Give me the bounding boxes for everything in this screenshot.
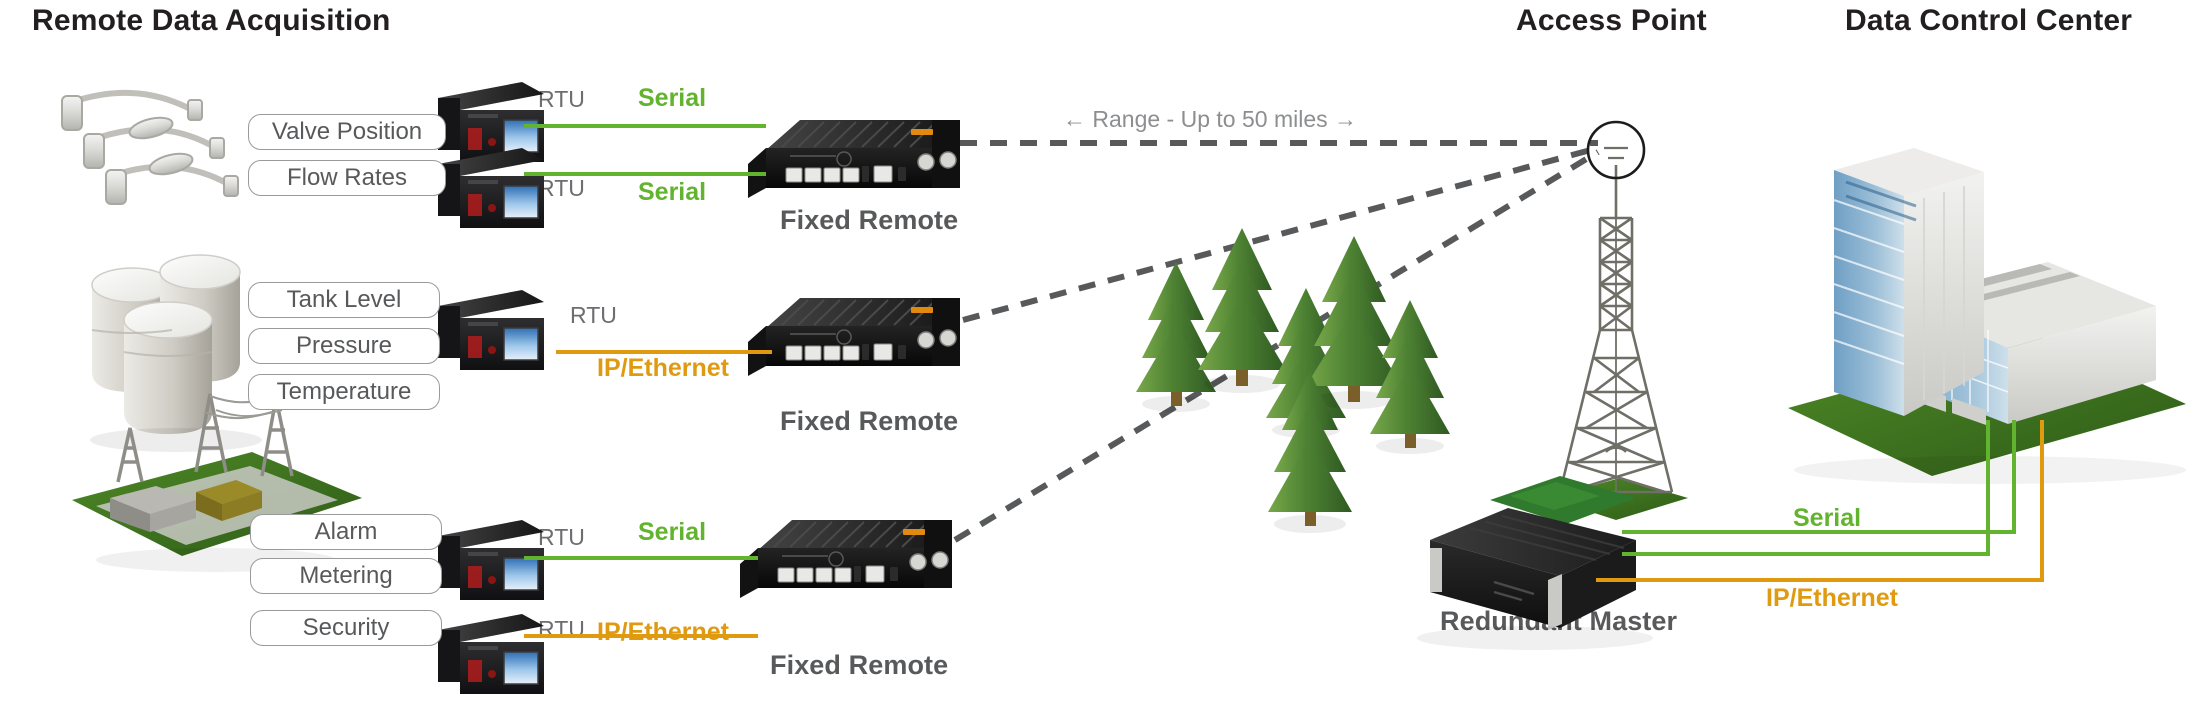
link-label-serial-alarm: Serial <box>638 518 707 546</box>
wire-serial-flow-rates <box>524 172 766 176</box>
heading-access-point: Access Point <box>1516 4 1707 37</box>
link-label-serial-flow-rates: Serial <box>638 178 707 206</box>
sensor-pill-temperature[interactable]: Temperature <box>248 374 440 410</box>
link-label-backhaul-ethernet: IP/Ethernet <box>1766 584 1898 612</box>
wire-ethernet-security <box>524 634 758 638</box>
wire-backhaul-serial-2-vertical <box>1986 420 1990 556</box>
wire-backhaul-ethernet-horizontal <box>1596 578 2044 582</box>
link-label-ethernet-security: IP/Ethernet <box>597 618 729 646</box>
wire-backhaul-serial-2-horizontal <box>1622 552 1990 556</box>
link-label-ethernet-tank-group: IP/Ethernet <box>597 354 729 382</box>
wire-ethernet-tank-group <box>556 350 772 354</box>
radio-tower-icon <box>1548 120 1688 520</box>
sensor-pill-tank-level[interactable]: Tank Level <box>248 282 440 318</box>
heading-data-control-center: Data Control Center <box>1845 4 2133 37</box>
pressure-sensor-icon <box>61 89 239 205</box>
antenna-circle-icon <box>1586 120 1646 180</box>
rtu-tag-valve-position: RTU <box>538 86 585 112</box>
sensor-pill-metering[interactable]: Metering <box>250 558 442 594</box>
caption-fixed-remote-1: Fixed Remote <box>780 205 959 235</box>
fixed-remote-radios <box>740 120 960 598</box>
sensor-pill-security[interactable]: Security <box>250 610 442 646</box>
caption-fixed-remote-2: Fixed Remote <box>780 406 959 436</box>
caption-redundant-master: Redundant Master <box>1440 606 1678 636</box>
sensor-pill-flow-rates[interactable]: Flow Rates <box>248 160 446 196</box>
rtu-tag-tank-group: RTU <box>570 302 617 328</box>
pine-trees-icon <box>1136 228 1450 533</box>
rtu-tag-flow-rates: RTU <box>538 175 585 201</box>
range-annotation: ← Range - Up to 50 miles → <box>1063 106 1358 132</box>
rf-link-lines <box>953 140 1600 543</box>
link-label-backhaul-serial: Serial <box>1793 504 1862 532</box>
wire-backhaul-ethernet-vertical <box>2040 420 2044 582</box>
wire-serial-valve-position <box>524 124 766 128</box>
wire-backhaul-serial-1-vertical <box>2012 420 2016 534</box>
rtu-tag-security: RTU <box>538 616 585 642</box>
heading-remote-data-acquisition: Remote Data Acquisition <box>32 4 391 37</box>
sensor-pill-pressure[interactable]: Pressure <box>248 328 440 364</box>
sensor-pill-alarm[interactable]: Alarm <box>250 514 442 550</box>
wire-serial-alarm <box>524 556 758 560</box>
network-diagram-canvas: Remote Data Acquisition Access Point Dat… <box>0 0 2205 720</box>
caption-fixed-remote-3: Fixed Remote <box>770 650 949 680</box>
rtu-tag-alarm: RTU <box>538 524 585 550</box>
storage-tanks-icon <box>90 254 262 452</box>
sensor-pill-valve-position[interactable]: Valve Position <box>248 114 446 150</box>
wire-backhaul-serial-1-horizontal <box>1622 530 2016 534</box>
link-label-serial-valve-position: Serial <box>638 84 707 112</box>
